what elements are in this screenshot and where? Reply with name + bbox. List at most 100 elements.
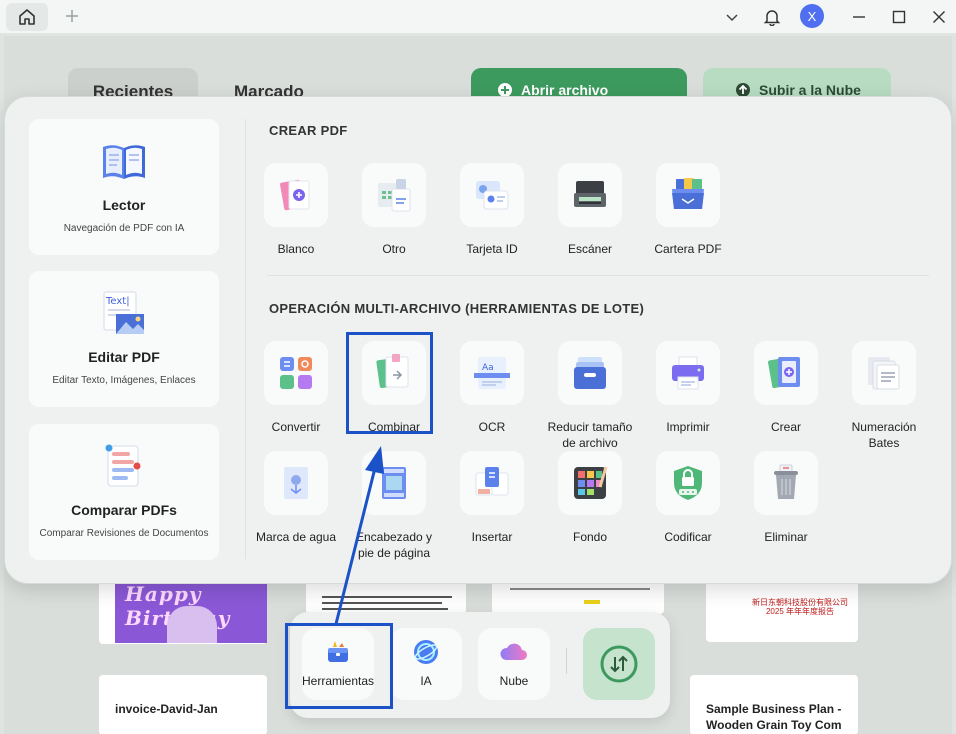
ocr-icon: Aa: [474, 357, 510, 389]
compress-icon: [574, 357, 606, 389]
shield-lock-icon: [674, 466, 702, 500]
editar-pdf-card[interactable]: Text| Editar PDF Editar Texto, Imágenes,…: [29, 271, 219, 407]
cake-image: [167, 606, 217, 643]
create-pdf-icon: [768, 357, 800, 389]
tool-insertar[interactable]: Insertar: [445, 451, 539, 545]
chevron-down-icon: [726, 14, 738, 22]
dock-label: IA: [420, 674, 432, 688]
avatar[interactable]: X: [800, 4, 824, 28]
scanner-icon: [574, 181, 606, 207]
comparar-pdfs-card[interactable]: Comparar PDFs Comparar Revisiones de Doc…: [29, 424, 219, 560]
book-icon: [103, 145, 145, 179]
crear-pdf-heading: CREAR PDF: [269, 123, 348, 138]
lector-card[interactable]: Lector Navegación de PDF con IA: [29, 119, 219, 255]
dropdown-button[interactable]: [719, 4, 745, 30]
notifications-button[interactable]: [759, 4, 785, 30]
card-title: Lector: [102, 197, 146, 213]
minimize-button[interactable]: [846, 4, 872, 30]
tool-otro[interactable]: Otro: [347, 163, 441, 257]
home-icon: [19, 9, 35, 25]
tool-label: Eliminar: [764, 530, 808, 544]
tool-label: Insertar: [471, 530, 513, 544]
tool-label: Codificar: [664, 530, 712, 544]
tool-label: Convertir: [271, 420, 321, 434]
tool-label: Imprimir: [666, 420, 710, 434]
card-title: Comparar PDFs: [71, 502, 177, 518]
cloud-icon: [500, 643, 527, 660]
tool-fondo[interactable]: Fondo: [543, 451, 637, 545]
card-subtitle: Comparar Revisiones de Documentos: [39, 528, 209, 539]
tool-label: Numeración Bates: [851, 420, 917, 450]
tool-bates[interactable]: Numeración Bates: [837, 341, 931, 451]
dock-separator: [566, 648, 567, 674]
tool-cartera-pdf[interactable]: Cartera PDF: [641, 163, 735, 257]
bell-icon: [763, 10, 781, 26]
dock-ia[interactable]: IA: [390, 628, 462, 700]
tool-crear[interactable]: Crear: [739, 341, 833, 435]
tool-convertir[interactable]: Convertir: [249, 341, 343, 435]
trash-icon: [774, 464, 798, 499]
tool-label: Otro: [382, 242, 406, 256]
tool-codificar[interactable]: Codificar: [641, 451, 735, 545]
report-thumbnail-text: 新日东朝科技股份有限公司 2025 年年年度报告: [752, 598, 848, 616]
dock-switch-button[interactable]: [583, 628, 655, 700]
file-name: invoice-David-Jan: [115, 702, 218, 716]
ai-orb-icon: [414, 640, 438, 664]
id-card-icon: [476, 181, 509, 210]
file-name: Sample Business Plan - Wooden Grain Toy …: [706, 702, 842, 732]
tool-eliminar[interactable]: Eliminar: [739, 451, 833, 545]
tool-label: Blanco: [277, 242, 315, 256]
ocr-badge: Aa: [482, 363, 494, 373]
file-card-business-plan[interactable]: Sample Business Plan - Wooden Grain Toy …: [690, 675, 858, 734]
highlight-herramientas: [285, 623, 393, 709]
insert-pages-icon: [475, 467, 509, 496]
panel-divider: [245, 119, 246, 559]
birthday-thumbnail: Happy Birthday: [115, 580, 267, 643]
tool-label: OCR: [478, 420, 506, 434]
switch-arrows-icon: [600, 645, 638, 683]
minimize-icon: [853, 16, 865, 18]
batch-heading: OPERACIÓN MULTI-ARCHIVO (HERRAMIENTAS DE…: [269, 301, 645, 316]
watermark-icon: [284, 467, 308, 499]
dock-label: Nube: [499, 674, 529, 688]
text-badge: Text|: [105, 296, 130, 307]
plus-icon: [66, 10, 78, 22]
tool-ocr[interactable]: Aa OCR: [445, 341, 539, 435]
close-icon: [933, 11, 945, 23]
card-subtitle: Editar Texto, Imágenes, Enlaces: [52, 375, 196, 386]
printer-icon: [672, 356, 704, 390]
bates-numbering-icon: [868, 357, 900, 390]
maximize-icon: [892, 10, 906, 24]
compare-icon: [105, 444, 141, 487]
dock-nube[interactable]: Nube: [478, 628, 550, 700]
convert-icon: [280, 357, 312, 389]
other-files-icon: [378, 179, 411, 212]
tool-label: Tarjeta ID: [466, 242, 518, 256]
tool-tarjeta-id[interactable]: Tarjeta ID: [445, 163, 539, 257]
close-button[interactable]: [926, 4, 952, 30]
tool-escaner[interactable]: Escáner: [543, 163, 637, 257]
new-tab-button[interactable]: [60, 4, 84, 28]
portfolio-icon: [672, 178, 704, 209]
title-bar: X: [0, 0, 956, 34]
file-card-invoice-david[interactable]: invoice-David-Jan: [99, 675, 267, 734]
tool-label: Escáner: [567, 242, 613, 256]
tool-label: Crear: [770, 420, 801, 434]
card-title: Editar PDF: [88, 349, 160, 365]
card-subtitle: Navegación de PDF con IA: [63, 223, 185, 234]
home-tab[interactable]: [6, 3, 48, 31]
tool-imprimir[interactable]: Imprimir: [641, 341, 735, 435]
guide-arrow: [334, 446, 384, 625]
maximize-button[interactable]: [886, 4, 912, 30]
tool-label: Reducir tamaño de archivo: [547, 420, 633, 450]
tool-label: Fondo: [572, 530, 608, 544]
highlight-combinar: [346, 332, 433, 434]
edit-text-icon: Text|: [103, 291, 144, 334]
section-divider: [267, 275, 929, 276]
tools-panel: Lector Navegación de PDF con IA Text| Ed…: [4, 96, 952, 584]
tool-blanco[interactable]: Blanco: [249, 163, 343, 257]
tool-reducir[interactable]: Reducir tamaño de archivo: [543, 341, 637, 451]
blank-pdf-icon: [280, 179, 310, 211]
background-palette-icon: [574, 466, 608, 499]
tool-label: Cartera PDF: [654, 242, 722, 256]
